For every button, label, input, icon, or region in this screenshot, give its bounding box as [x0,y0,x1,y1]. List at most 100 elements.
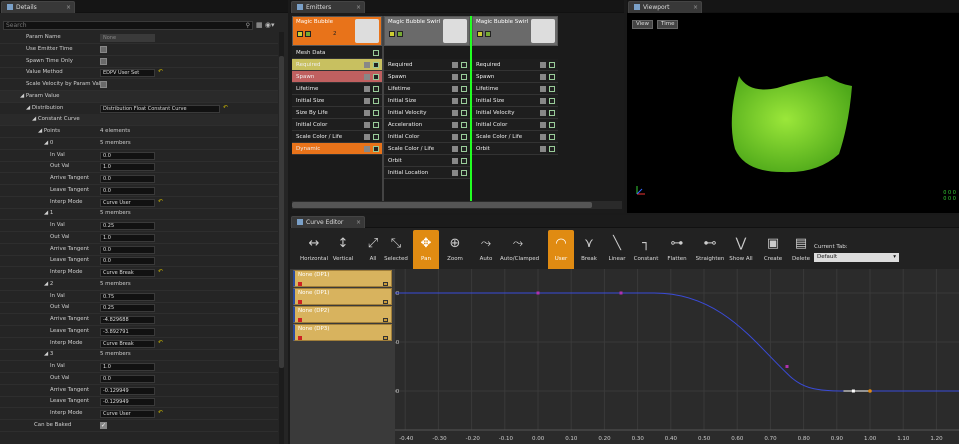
module-enable-checkbox[interactable] [549,62,555,68]
graph-toggle-icon[interactable] [540,98,546,104]
module-row[interactable]: Spawn [292,71,382,83]
graph-toggle-icon[interactable] [364,122,370,128]
property-dropdown[interactable]: Curve Break [100,339,155,348]
property-dropdown[interactable]: Curve User [100,410,155,418]
close-icon[interactable]: × [693,2,698,13]
enable-checkbox[interactable] [389,31,395,37]
graph-toggle-icon[interactable] [452,146,458,152]
graph-toggle-icon[interactable] [540,134,546,140]
property-field[interactable]: 1.0 [100,233,155,242]
property-dropdown[interactable]: EDPV User Set [100,69,155,78]
module-enable-checkbox[interactable] [461,98,467,104]
property-field[interactable]: 0.0 [100,175,155,183]
graph-toggle-icon[interactable] [364,74,370,80]
property-field[interactable]: -0.129949 [100,386,155,395]
module-enable-checkbox[interactable] [373,62,379,68]
graph-toggle-icon[interactable] [452,98,458,104]
module-row[interactable]: Scale Color / Life [472,131,558,143]
module-row[interactable]: Required [384,59,470,71]
module-enable-checkbox[interactable] [549,134,555,140]
graph-toggle-icon[interactable] [540,110,546,116]
curve-track[interactable]: None (DP1) [293,288,392,305]
curve-track[interactable]: None (DP3) [293,324,392,341]
graph-toggle-icon[interactable] [452,122,458,128]
module-row[interactable]: Initial Color [292,119,382,131]
property-field[interactable]: None [100,34,155,42]
module-row[interactable]: Orbit [472,143,558,155]
emitter-header[interactable]: Magic Bubble 2 [292,16,382,46]
module-row[interactable]: Spawn [472,71,558,83]
module-enable-checkbox[interactable] [373,86,379,92]
close-icon[interactable]: × [356,2,361,13]
module-enable-checkbox[interactable] [373,74,379,80]
tab-viewport[interactable]: Viewport × [628,1,702,13]
reset-icon[interactable]: ↶ [158,268,163,275]
emitter-header[interactable]: Magic Bubble Swirl [472,16,558,46]
property-checkbox[interactable] [100,57,107,65]
module-enable-checkbox[interactable] [461,62,467,68]
module-enable-checkbox[interactable] [373,146,379,152]
property-field[interactable]: 0.0 [100,374,155,383]
graph-toggle-icon[interactable] [364,110,370,116]
graph-toggle-icon[interactable] [540,74,546,80]
graph-toggle-icon[interactable] [452,170,458,176]
property-dropdown[interactable]: Distribution Float Constant Curve [100,104,220,113]
track-toggle-icon[interactable] [383,282,388,286]
reset-icon[interactable]: ↶ [158,68,163,75]
module-row[interactable]: Initial Velocity [384,107,470,119]
graph-toggle-icon[interactable] [452,134,458,140]
graph-toggle-icon[interactable] [540,146,546,152]
graph-toggle-icon[interactable] [364,134,370,140]
curve-track[interactable]: None (DP2) [293,306,392,323]
track-toggle-icon[interactable] [383,318,388,322]
graph-toggle-icon[interactable] [452,86,458,92]
curve-key-point[interactable] [619,291,623,295]
property-field[interactable]: 0.0 [100,151,155,160]
reset-icon[interactable]: ↶ [223,104,228,111]
view-options-button[interactable]: ▦ ◉▾ [256,21,284,30]
module-enable-checkbox[interactable] [373,50,379,56]
module-enable-checkbox[interactable] [549,122,555,128]
property-checkbox[interactable] [100,81,107,88]
module-row[interactable]: Size By Life [292,107,382,119]
tangent-handle-point[interactable] [868,389,872,393]
module-enable-checkbox[interactable] [461,110,467,116]
curve-key-point[interactable] [536,291,540,295]
module-row[interactable]: Mesh Data [292,47,382,59]
graph-toggle-icon[interactable] [452,62,458,68]
graph-toggle-icon[interactable] [364,62,370,68]
property-dropdown[interactable]: Curve Break [100,269,155,277]
track-toggle-icon[interactable] [383,300,388,304]
module-row[interactable]: Orbit [384,155,470,167]
property-field[interactable]: 0.0 [100,245,155,254]
graph-toggle-icon[interactable] [452,158,458,164]
module-row[interactable]: Scale Color / Life [384,143,470,155]
emitters-scroll-thumb[interactable] [292,202,592,208]
property-field[interactable]: -4.829688 [100,316,155,324]
reset-icon[interactable]: ↶ [158,198,163,205]
module-enable-checkbox[interactable] [373,134,379,140]
property-field[interactable]: 1.0 [100,363,155,371]
module-enable-checkbox[interactable] [461,74,467,80]
property-field[interactable]: 0.0 [100,257,155,266]
module-enable-checkbox[interactable] [461,86,467,92]
module-row[interactable]: Initial Size [384,95,470,107]
module-enable-checkbox[interactable] [461,122,467,128]
curve-track[interactable]: None (DP1) [293,270,392,287]
graph-toggle-icon[interactable] [452,110,458,116]
module-enable-checkbox[interactable] [461,170,467,176]
close-icon[interactable]: × [66,2,71,13]
tab-details[interactable]: Details × [1,1,75,13]
property-dropdown[interactable]: Curve User [100,198,155,207]
property-checkbox[interactable] [100,45,107,53]
property-field[interactable]: 1.0 [100,163,155,172]
module-enable-checkbox[interactable] [549,98,555,104]
tab-emitters[interactable]: Emitters × [291,1,365,13]
module-row[interactable]: Required [472,59,558,71]
module-row[interactable]: Lifetime [384,83,470,95]
module-row[interactable]: Acceleration [384,119,470,131]
module-enable-checkbox[interactable] [461,158,467,164]
property-field[interactable]: 0.25 [100,304,155,313]
module-row[interactable]: Spawn [384,71,470,83]
module-row[interactable]: Scale Color / Life [292,131,382,143]
